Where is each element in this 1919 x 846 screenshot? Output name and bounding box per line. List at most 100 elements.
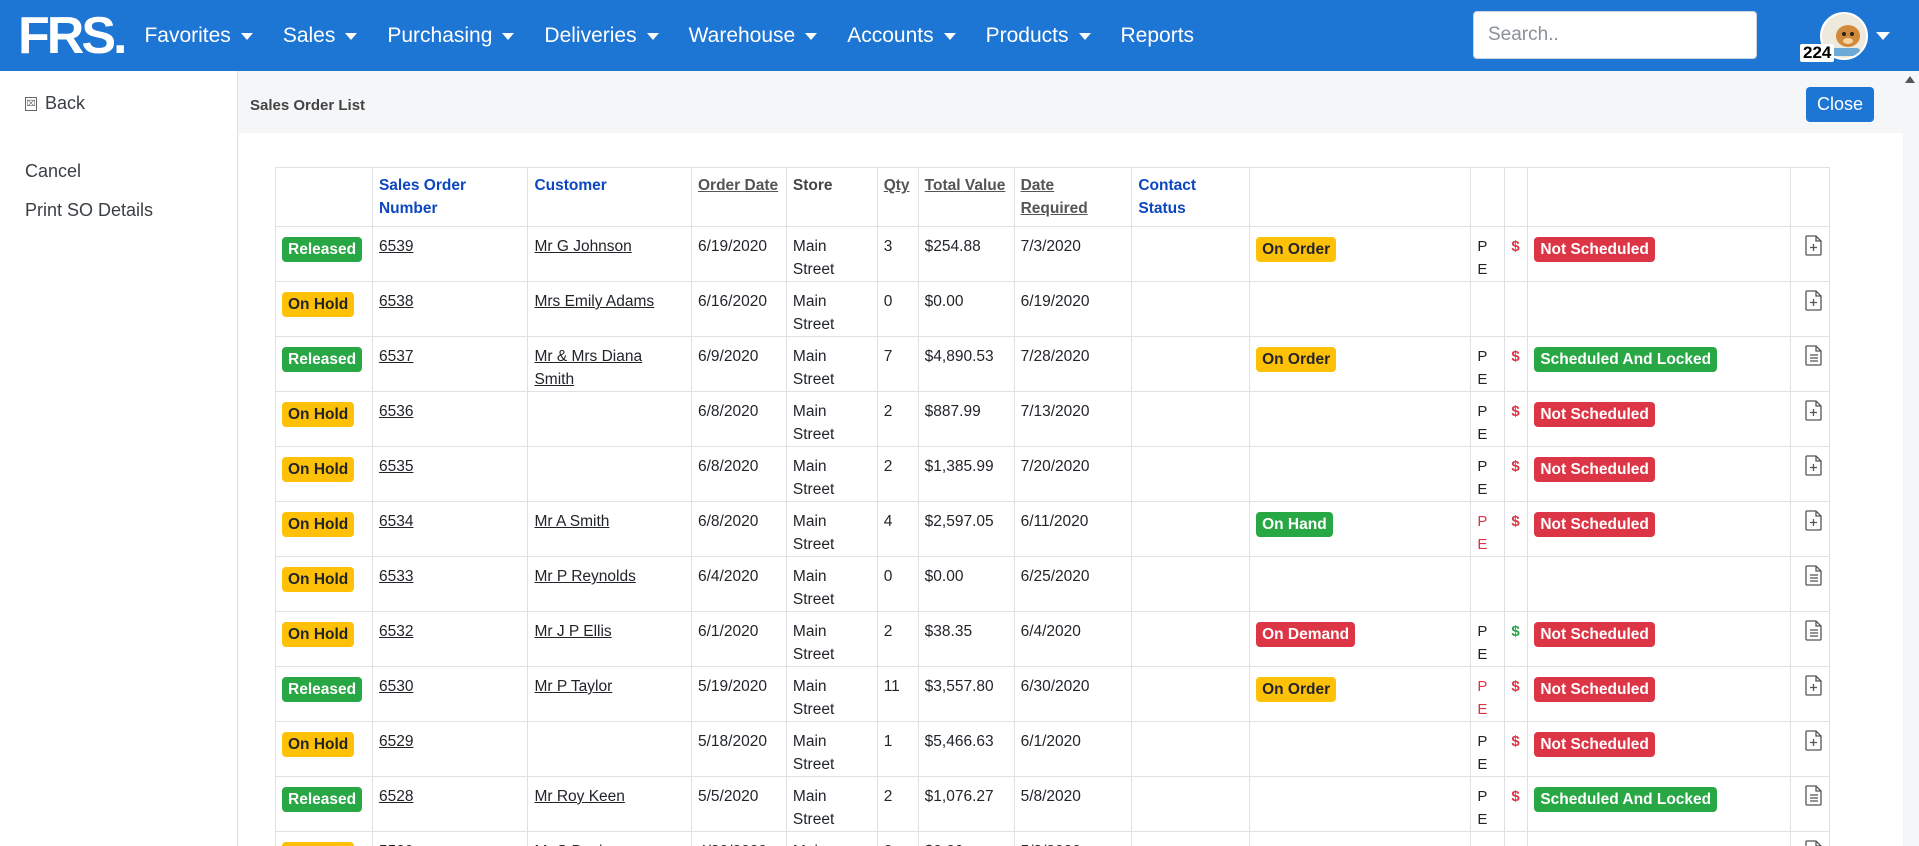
date-required: 6/1/2020 — [1020, 733, 1081, 750]
search-input[interactable] — [1473, 11, 1757, 59]
header-sales-order-number[interactable]: Sales Order Number — [371, 167, 529, 227]
qty-value: 0 — [883, 293, 893, 310]
customer-link[interactable]: Mr P Taylor — [534, 678, 612, 695]
status-cell: On Hold — [275, 501, 373, 557]
total-cell: $38.35 — [917, 611, 1015, 667]
customer-link[interactable]: Mr A Smith — [534, 513, 609, 530]
stock-badge: On Order — [1256, 677, 1337, 702]
so-number-link[interactable]: 6533 — [379, 568, 413, 585]
file-plus-icon[interactable] — [1805, 400, 1823, 428]
status-badge: On Hold — [282, 842, 355, 846]
nav-menu: Favorites Sales Purchasing Deliveries Wareho… — [144, 24, 1224, 48]
so-number-link[interactable]: 6538 — [379, 293, 413, 310]
header-contact-status[interactable]: Contact Status — [1131, 167, 1251, 227]
file-plus-icon[interactable] — [1805, 290, 1823, 318]
order-date: 6/9/2020 — [697, 348, 759, 365]
customer-link[interactable]: Mr G Johnson — [534, 238, 631, 255]
contact-status-cell — [1131, 721, 1251, 777]
user-menu-caret-icon[interactable] — [1876, 32, 1890, 40]
nav-item-deliveries[interactable]: Deliveries — [544, 24, 659, 48]
so-number-link[interactable]: 6536 — [379, 403, 413, 420]
header-customer[interactable]: Customer — [527, 167, 692, 227]
schedule-badge: Not Scheduled — [1534, 512, 1655, 537]
so-number-link[interactable]: 6535 — [379, 458, 413, 475]
file-plus-icon[interactable] — [1805, 730, 1823, 758]
header-store: Store — [785, 167, 878, 227]
nav-item-products[interactable]: Products — [986, 24, 1091, 48]
cancel-link[interactable]: Cancel — [25, 161, 81, 182]
back-label: Back — [45, 93, 86, 113]
payment-status-icon: $ — [1511, 678, 1520, 695]
file-text-icon[interactable] — [1805, 345, 1823, 373]
header-date-required[interactable]: Date Required — [1013, 167, 1133, 227]
qty-value: 0 — [883, 568, 893, 585]
payment-status-icon: $ — [1511, 403, 1520, 420]
qty-value: 2 — [883, 403, 893, 420]
nav-item-reports[interactable]: Reports — [1121, 24, 1195, 48]
back-link[interactable]: ⌧ Back — [25, 93, 85, 114]
so-number-link[interactable]: 6532 — [379, 623, 413, 640]
close-button[interactable]: Close — [1806, 87, 1874, 122]
order-date-cell: 6/4/2020 — [690, 556, 787, 612]
customer-link[interactable]: Mrs Emily Adams — [534, 293, 654, 310]
file-text-icon[interactable] — [1805, 840, 1823, 846]
so-number-link[interactable]: 6534 — [379, 513, 413, 530]
qty-value: 2 — [883, 788, 893, 805]
file-plus-icon[interactable] — [1805, 510, 1823, 538]
nav-item-warehouse[interactable]: Warehouse — [689, 24, 818, 48]
so-number-cell: 6537 — [371, 336, 529, 392]
date-required-cell: 6/11/2020 — [1013, 501, 1133, 557]
header-qty[interactable]: Qty — [876, 167, 919, 227]
payment-cell: $ — [1504, 611, 1529, 667]
file-text-icon[interactable] — [1805, 785, 1823, 813]
nav-item-sales[interactable]: Sales — [283, 24, 358, 48]
print-so-details-link[interactable]: Print SO Details — [25, 200, 153, 221]
customer-link[interactable]: Mr P Reynolds — [534, 568, 635, 585]
date-required-cell: 7/13/2020 — [1013, 391, 1133, 447]
header-schedule — [1527, 167, 1791, 227]
customer-link[interactable]: Mr Roy Keen — [534, 788, 624, 805]
action-cell — [1789, 446, 1831, 502]
status-badge: On Hold — [282, 402, 355, 427]
nav-item-purchasing[interactable]: Purchasing — [387, 23, 515, 48]
customer-link[interactable]: Mr & Mrs Diana Smith — [534, 348, 642, 388]
pe-cell — [1470, 281, 1506, 337]
store-name: Main Street — [792, 238, 835, 278]
table-row: Released 6537 Mr & Mrs Diana Smith 6/9/2020… — [275, 336, 1831, 392]
nav-item-favorites[interactable]: Favorites — [144, 24, 253, 48]
so-number-link[interactable]: 6537 — [379, 348, 413, 365]
contact-status-cell — [1131, 501, 1251, 557]
brand-logo[interactable]: FRS. — [18, 10, 127, 62]
so-number-link[interactable]: 6529 — [379, 733, 413, 750]
customer-link[interactable]: Mr J P Ellis — [534, 623, 611, 640]
action-cell — [1789, 281, 1831, 337]
header-total-value[interactable]: Total Value — [917, 167, 1015, 227]
pe-p-flag: P — [1477, 513, 1488, 530]
customer-cell: Mr S Davies — [527, 831, 692, 846]
header-order-date[interactable]: Order Date — [690, 167, 787, 227]
schedule-badge: Scheduled And Locked — [1534, 787, 1718, 812]
order-date-cell: 5/5/2020 — [690, 776, 787, 832]
store-cell: Main Street — [785, 721, 878, 777]
customer-cell: Mr & Mrs Diana Smith — [527, 336, 692, 392]
stock-cell — [1249, 721, 1472, 777]
file-plus-icon[interactable] — [1805, 675, 1823, 703]
nav-item-accounts[interactable]: Accounts — [847, 24, 956, 48]
store-name: Main Street — [792, 733, 835, 773]
customer-cell — [527, 721, 692, 777]
stock-cell: On Hand — [1249, 501, 1472, 557]
pe-cell: PE — [1470, 336, 1506, 392]
order-date-cell: 5/18/2020 — [690, 721, 787, 777]
so-number-link[interactable]: 6528 — [379, 788, 413, 805]
file-text-icon[interactable] — [1805, 565, 1823, 593]
scrollbar-up-arrow-icon[interactable] — [1905, 76, 1915, 83]
so-number-link[interactable]: 6530 — [379, 678, 413, 695]
schedule-badge: Not Scheduled — [1534, 677, 1655, 702]
table-row: On Hold 6534 Mr A Smith 6/8/2020 Main Street… — [275, 501, 1831, 557]
nav-item-label: Purchasing — [387, 23, 493, 47]
file-plus-icon[interactable] — [1805, 455, 1823, 483]
so-number-link[interactable]: 6539 — [379, 238, 413, 255]
pe-e-flag: E — [1477, 481, 1488, 498]
file-plus-icon[interactable] — [1805, 235, 1823, 263]
file-text-icon[interactable] — [1805, 620, 1823, 648]
